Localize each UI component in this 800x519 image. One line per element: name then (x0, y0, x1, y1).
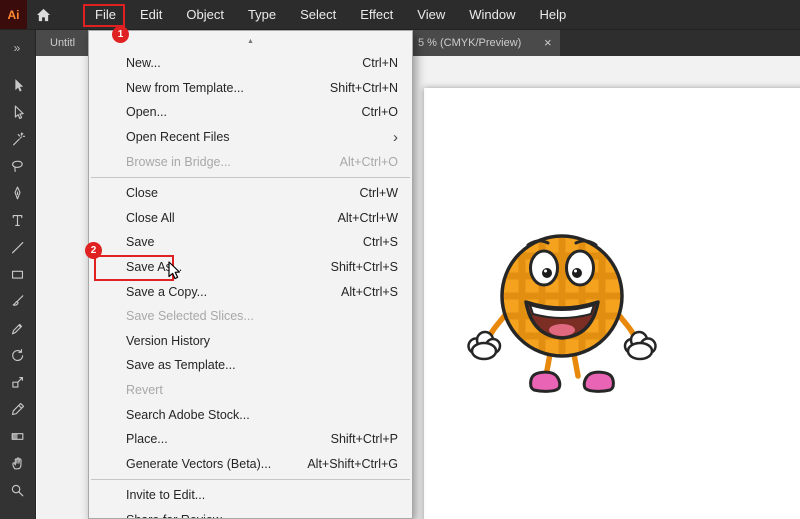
menu-item-label: Open Recent Files (126, 130, 230, 144)
menu-item-label: Generate Vectors (Beta)... (126, 457, 271, 471)
menu-item-shortcut: Alt+Ctrl+O (340, 155, 398, 169)
menu-item-label: Share for Review... (126, 513, 232, 519)
menu-item-open-recent-files[interactable]: Open Recent Files › (89, 125, 412, 150)
menu-help[interactable]: Help (527, 0, 578, 29)
menu-item-invite-to-edit[interactable]: Invite to Edit... (89, 483, 412, 508)
menu-item-shortcut: Shift+Ctrl+N (330, 81, 398, 95)
menu-separator (91, 479, 410, 480)
menu-item-close-all[interactable]: Close All Alt+Ctrl+W (89, 206, 412, 231)
menu-item-save[interactable]: Save Ctrl+S (89, 230, 412, 255)
menu-item-shortcut: Ctrl+S (363, 235, 398, 249)
menu-item-label: Save as Template... (126, 358, 236, 372)
waffle-character (462, 218, 662, 403)
paintbrush-tool[interactable] (0, 288, 35, 315)
file-menu-list: New... Ctrl+N New from Template... Shift+Ct… (89, 51, 412, 519)
rectangle-tool[interactable] (0, 261, 35, 288)
type-tool[interactable] (0, 207, 35, 234)
step-2-badge: 2 (85, 242, 102, 259)
menu-item-label: Close (126, 186, 158, 200)
menu-item-shortcut: Shift+Ctrl+S (331, 260, 398, 274)
menu-item-generate-vectors-beta[interactable]: Generate Vectors (Beta)... Alt+Shift+Ctrl… (89, 452, 412, 477)
menu-item-new-from-template[interactable]: New from Template... Shift+Ctrl+N (89, 76, 412, 101)
menu-item-label: Invite to Edit... (126, 488, 205, 502)
menu-item-label: Save a Copy... (126, 285, 207, 299)
pencil-tool[interactable] (0, 315, 35, 342)
eyedropper-tool[interactable] (0, 396, 35, 423)
menu-item-save-as-template[interactable]: Save as Template... (89, 353, 412, 378)
illustrator-window: Ai FileEditObjectTypeSelectEffectViewWin… (0, 0, 800, 519)
menu-item-label: New from Template... (126, 81, 244, 95)
lasso-tool[interactable] (0, 153, 35, 180)
pen-tool[interactable] (0, 180, 35, 207)
menu-view[interactable]: View (405, 0, 457, 29)
menu-item-place[interactable]: Place... Shift+Ctrl+P (89, 427, 412, 452)
pointer-cursor-icon (168, 261, 181, 280)
gradient-tool[interactable] (0, 423, 35, 450)
menu-item-shortcut: Alt+Ctrl+W (338, 211, 398, 225)
tools-list (0, 72, 35, 504)
step-1-badge: 1 (112, 26, 129, 43)
collapse-panel-icon[interactable]: » (0, 36, 35, 60)
magic-wand-tool[interactable] (0, 126, 35, 153)
home-icon[interactable] (27, 0, 59, 29)
menu-item-shortcut: Alt+Ctrl+S (341, 285, 398, 299)
menu-item-new[interactable]: New... Ctrl+N (89, 51, 412, 76)
menu-item-label: Version History (126, 334, 210, 348)
menu-scroll-up-icon[interactable]: ▲ (89, 31, 412, 51)
menu-item-open[interactable]: Open... Ctrl+O (89, 100, 412, 125)
hand-tool[interactable] (0, 450, 35, 477)
menu-item-save-a-copy[interactable]: Save a Copy... Alt+Ctrl+S (89, 279, 412, 304)
rotate-tool[interactable] (0, 342, 35, 369)
menu-effect[interactable]: Effect (348, 0, 405, 29)
menu-item-save-selected-slices: Save Selected Slices... (89, 304, 412, 329)
line-segment-tool[interactable] (0, 234, 35, 261)
menu-item-label: Close All (126, 211, 175, 225)
menu-item-close[interactable]: Close Ctrl+W (89, 181, 412, 206)
menu-item-label: Revert (126, 383, 163, 397)
illustrator-logo-icon: Ai (0, 0, 27, 29)
menu-item-browse-in-bridge: Browse in Bridge... Alt+Ctrl+O (89, 149, 412, 174)
menu-object[interactable]: Object (174, 0, 236, 29)
menu-item-label: Search Adobe Stock... (126, 408, 250, 422)
submenu-arrow-icon: › (393, 130, 398, 145)
menu-item-shortcut: Ctrl+W (359, 186, 398, 200)
document-tab-title-right: 5 % (CMYK/Preview) (418, 37, 521, 49)
artboard[interactable] (424, 88, 800, 519)
menu-item-label: Place... (126, 432, 168, 446)
menu-select[interactable]: Select (288, 0, 348, 29)
menu-edit[interactable]: Edit (128, 0, 174, 29)
tools-panel: » (0, 30, 36, 519)
menu-item-label: Save Selected Slices... (126, 309, 254, 323)
selection-tool[interactable] (0, 72, 35, 99)
menu-type[interactable]: Type (236, 0, 288, 29)
menu-item-shortcut: Shift+Ctrl+P (331, 432, 398, 446)
menu-item-label: Save (126, 235, 155, 249)
scale-tool[interactable] (0, 369, 35, 396)
tab-close-icon[interactable]: × (544, 35, 552, 50)
menu-item-label: New... (126, 56, 161, 70)
menu-item-shortcut: Alt+Shift+Ctrl+G (307, 457, 398, 471)
zoom-tool[interactable] (0, 477, 35, 504)
menu-separator (91, 177, 410, 178)
menu-item-label: Browse in Bridge... (126, 155, 231, 169)
save-as-annotation-rect (94, 255, 174, 281)
menu-item-shortcut: Ctrl+N (362, 56, 398, 70)
menu-item-share-for-review[interactable]: Share for Review... (89, 508, 412, 519)
menu-bar-items: FileEditObjectTypeSelectEffectViewWindow… (83, 0, 578, 29)
direct-selection-tool[interactable] (0, 99, 35, 126)
menu-item-version-history[interactable]: Version History (89, 329, 412, 354)
menu-item-search-adobe-stock[interactable]: Search Adobe Stock... (89, 402, 412, 427)
file-annotation-rect (83, 4, 125, 27)
menu-item-revert: Revert (89, 378, 412, 403)
menu-item-label: Open... (126, 105, 167, 119)
menu-window[interactable]: Window (457, 0, 527, 29)
menu-item-shortcut: Ctrl+O (362, 105, 398, 119)
